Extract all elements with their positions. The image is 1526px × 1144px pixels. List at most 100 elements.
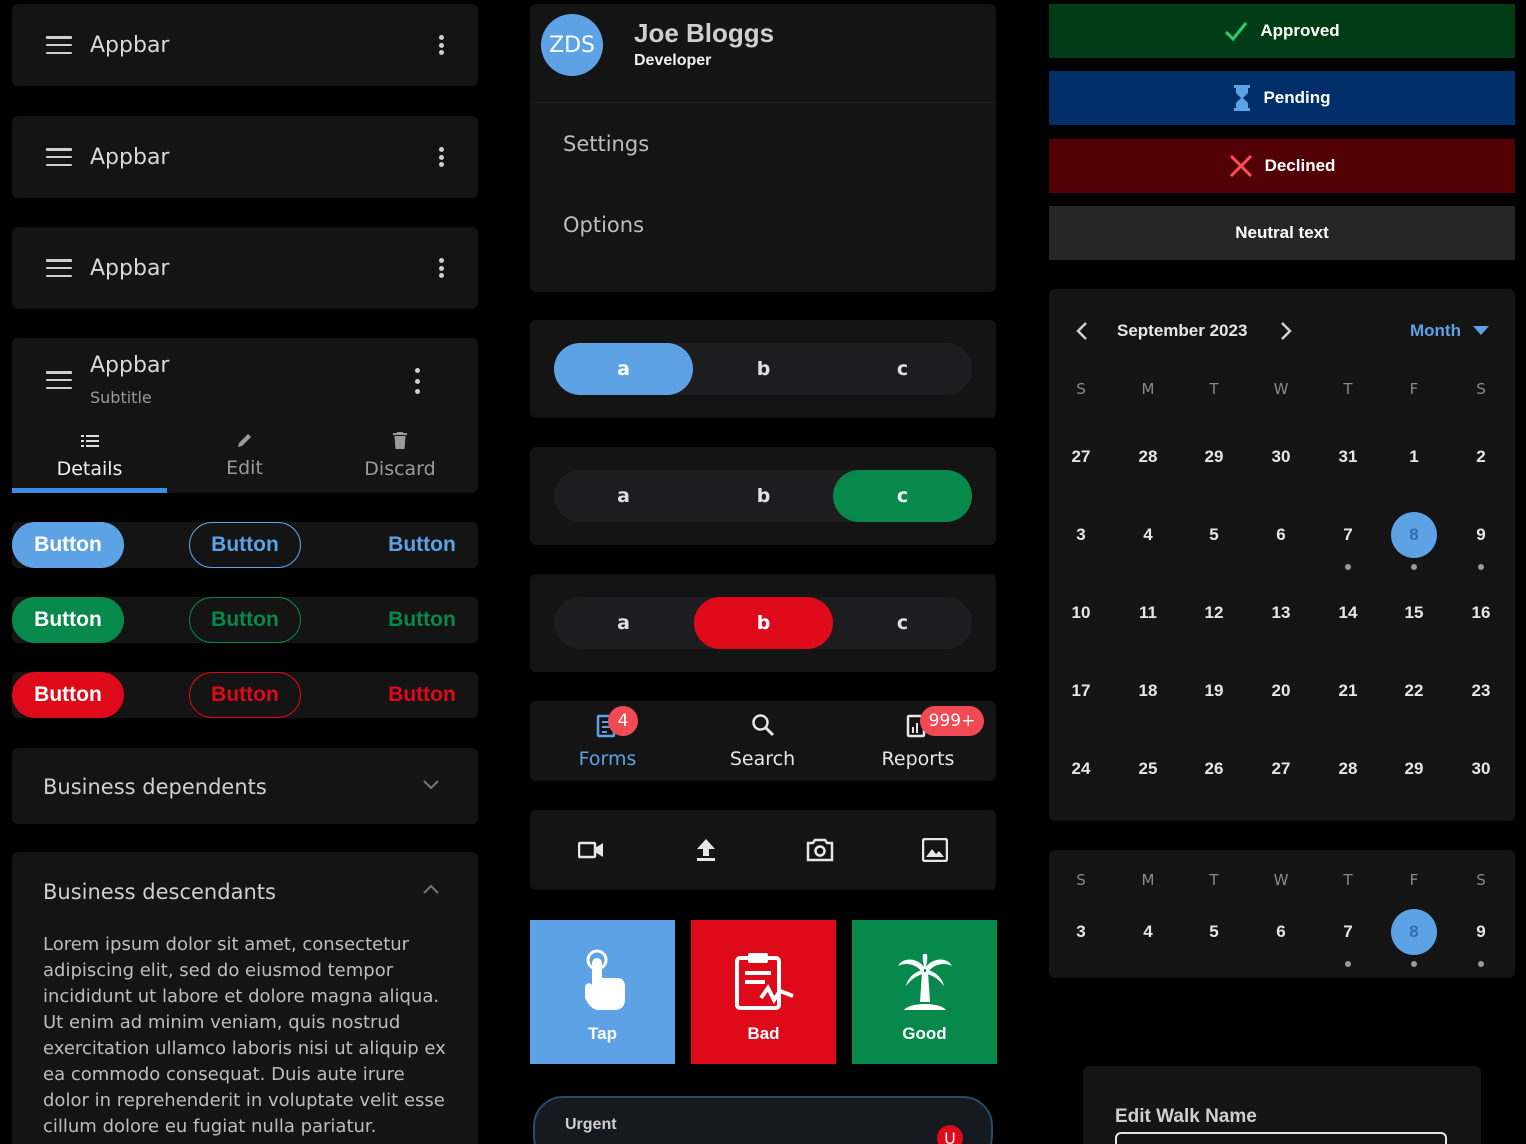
chevron-right-icon[interactable] (1280, 321, 1292, 341)
calendar-day[interactable]: 1 (1391, 434, 1437, 480)
profile-role: Developer (634, 52, 712, 69)
calendar-day[interactable]: 28 (1325, 746, 1371, 792)
bottom-navigation: 4 Forms Search 999+ Reports (530, 701, 996, 781)
video-camera-icon[interactable] (578, 841, 604, 859)
calendar-day[interactable]: 9 (1458, 512, 1504, 558)
calendar-day[interactable]: 13 (1258, 590, 1304, 636)
calendar-day[interactable]: 15 (1391, 590, 1437, 636)
menu-icon[interactable] (46, 36, 72, 54)
nav-label: Search (729, 748, 796, 770)
calendar-day[interactable]: 24 (1058, 746, 1104, 792)
calendar-day[interactable]: 7 (1325, 909, 1371, 955)
chevron-up-icon[interactable] (423, 884, 439, 894)
menu-icon[interactable] (46, 371, 72, 389)
avatar[interactable]: ZDS (541, 14, 603, 76)
segment-b[interactable]: b (694, 343, 833, 395)
calendar-day[interactable]: 25 (1125, 746, 1171, 792)
segment-c[interactable]: c (833, 343, 972, 395)
upload-icon[interactable] (695, 838, 717, 862)
calendar-day[interactable]: 14 (1325, 590, 1371, 636)
segment-a[interactable]: a (554, 470, 693, 522)
more-vert-icon[interactable] (438, 35, 444, 55)
calendar-day[interactable]: 7 (1325, 512, 1371, 558)
segment-c[interactable]: c (833, 597, 972, 649)
calendar-day[interactable]: 3 (1058, 909, 1104, 955)
event-dot (1478, 961, 1484, 967)
outline-button[interactable]: Button (189, 672, 301, 718)
outline-button[interactable]: Button (189, 597, 301, 643)
calendar-day[interactable]: 2 (1458, 434, 1504, 480)
filled-button[interactable]: Button (12, 522, 124, 568)
calendar-day[interactable]: 21 (1325, 668, 1371, 714)
calendar-day[interactable]: 10 (1058, 590, 1104, 636)
calendar-day[interactable]: 31 (1325, 434, 1371, 480)
segment-a[interactable]: a (554, 597, 693, 649)
more-vert-icon[interactable] (438, 147, 444, 167)
tab-details[interactable]: Details (12, 430, 167, 490)
calendar-day[interactable]: 22 (1391, 668, 1437, 714)
calendar-day[interactable]: 18 (1125, 668, 1171, 714)
view-selector[interactable]: Month (1410, 321, 1461, 341)
calendar-day[interactable]: 9 (1458, 909, 1504, 955)
nav-item-forms[interactable]: 4 Forms (530, 701, 685, 781)
calendar-day[interactable]: 27 (1258, 746, 1304, 792)
calendar-day[interactable]: 16 (1458, 590, 1504, 636)
calendar-day[interactable]: 26 (1191, 746, 1237, 792)
calendar-day[interactable]: 3 (1058, 512, 1104, 558)
text-button[interactable]: Button (366, 672, 478, 718)
calendar-day[interactable]: 27 (1058, 434, 1104, 480)
urgent-card[interactable]: Urgent U (533, 1096, 993, 1144)
calendar-day[interactable]: 8 (1391, 512, 1437, 558)
tab-discard[interactable]: Discard (322, 430, 478, 490)
calendar-day[interactable]: 5 (1191, 909, 1237, 955)
calendar-day[interactable]: 8 (1391, 909, 1437, 955)
calendar-day[interactable]: 30 (1458, 746, 1504, 792)
accordion-title[interactable]: Business descendants (43, 880, 276, 904)
more-vert-icon[interactable] (438, 258, 444, 278)
segment-a[interactable]: a (554, 343, 693, 395)
more-vert-icon[interactable] (414, 368, 420, 394)
filled-button[interactable]: Button (12, 597, 124, 643)
segment-c[interactable]: c (833, 470, 972, 522)
menu-icon[interactable] (46, 148, 72, 166)
menu-item-settings[interactable]: Settings (563, 132, 649, 156)
calendar-day[interactable]: 20 (1258, 668, 1304, 714)
nav-item-reports[interactable]: 999+ Reports (840, 701, 996, 781)
text-button[interactable]: Button (366, 597, 478, 643)
calendar-day[interactable]: 30 (1258, 434, 1304, 480)
filled-button[interactable]: Button (12, 672, 124, 718)
calendar-day[interactable]: 29 (1391, 746, 1437, 792)
image-icon[interactable] (922, 838, 948, 862)
menu-icon[interactable] (46, 259, 72, 277)
segment-b[interactable]: b (694, 470, 833, 522)
palm-tree-icon (897, 954, 952, 1010)
outline-button[interactable]: Button (189, 522, 301, 568)
segment-b[interactable]: b (694, 597, 833, 649)
cross-icon (1229, 154, 1252, 178)
menu-item-options[interactable]: Options (563, 213, 644, 237)
camera-icon[interactable] (806, 838, 834, 862)
tab-edit[interactable]: Edit (167, 430, 322, 490)
calendar-day[interactable]: 28 (1125, 434, 1171, 480)
calendar-day[interactable]: 23 (1458, 668, 1504, 714)
calendar-day[interactable]: 17 (1058, 668, 1104, 714)
walk-name-input[interactable] (1115, 1132, 1447, 1144)
caret-down-icon[interactable] (1473, 326, 1489, 336)
calendar-day[interactable]: 11 (1125, 590, 1171, 636)
calendar-day[interactable]: 6 (1258, 512, 1304, 558)
calendar-day[interactable]: 12 (1191, 590, 1237, 636)
chevron-left-icon[interactable] (1076, 321, 1088, 341)
calendar-day[interactable]: 5 (1191, 512, 1237, 558)
tile-bad[interactable]: Bad (691, 920, 836, 1064)
accordion-collapsed[interactable]: Business dependents (12, 748, 478, 824)
nav-item-search[interactable]: Search (685, 701, 840, 781)
tile-tap[interactable]: Tap (530, 920, 675, 1064)
calendar-day[interactable]: 4 (1125, 512, 1171, 558)
accordion-title: Business dependents (43, 775, 267, 799)
calendar-day[interactable]: 6 (1258, 909, 1304, 955)
text-button[interactable]: Button (366, 522, 478, 568)
calendar-day[interactable]: 4 (1125, 909, 1171, 955)
calendar-day[interactable]: 29 (1191, 434, 1237, 480)
calendar-day[interactable]: 19 (1191, 668, 1237, 714)
tile-good[interactable]: Good (852, 920, 997, 1064)
